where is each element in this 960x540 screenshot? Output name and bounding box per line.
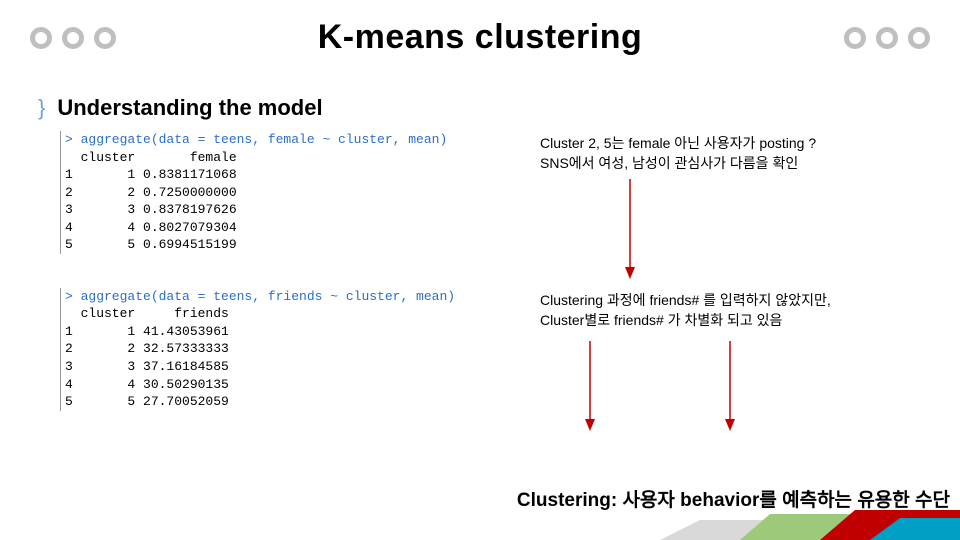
code-block-female: > aggregate(data = teens, female ~ clust… — [60, 131, 920, 254]
annotation-line: Clustering 과정에 friends# 를 입력하지 않았지만, — [540, 290, 831, 310]
section-heading-text: Understanding the model — [57, 95, 322, 121]
bullet-brace-icon: } — [38, 95, 45, 121]
circle-icon — [62, 27, 84, 49]
section-heading: } Understanding the model — [38, 95, 960, 121]
circle-icon — [908, 27, 930, 49]
circle-icon — [844, 27, 866, 49]
r-output-female: > aggregate(data = teens, female ~ clust… — [60, 131, 480, 254]
annotation-female: Cluster 2, 5는 female 아닌 사용자가 posting ? S… — [540, 133, 816, 174]
annotation-friends: Clustering 과정에 friends# 를 입력하지 않았지만, Clu… — [540, 290, 831, 331]
code-row: 3 3 0.8378197626 — [65, 202, 237, 217]
code-row: 2 2 32.57333333 — [65, 341, 229, 356]
annotation-line: SNS에서 여성, 남성이 관심사가 다름을 확인 — [540, 153, 816, 173]
code-header: cluster friends — [65, 306, 229, 321]
circle-icon — [94, 27, 116, 49]
arrow-icon — [620, 179, 640, 279]
code-row: 2 2 0.7250000000 — [65, 185, 237, 200]
code-prompt-line: > aggregate(data = teens, female ~ clust… — [65, 132, 447, 147]
annotation-line: Cluster 2, 5는 female 아닌 사용자가 posting ? — [540, 133, 816, 153]
content-area: > aggregate(data = teens, female ~ clust… — [0, 131, 960, 411]
annotation-line: Cluster별로 friends# 가 차별화 되고 있음 — [540, 310, 831, 330]
title-row: K-means clustering — [0, 0, 960, 57]
code-row: 1 1 41.43053961 — [65, 324, 229, 339]
footer-decoration — [620, 510, 960, 540]
arrow-icon — [720, 341, 740, 431]
code-row: 4 4 30.50290135 — [65, 377, 229, 392]
code-row: 3 3 37.16184585 — [65, 359, 229, 374]
conclusion-text: Clustering: 사용자 behavior를 예측하는 유용한 수단 — [0, 485, 960, 512]
circle-icon — [30, 27, 52, 49]
code-prompt-line: > aggregate(data = teens, friends ~ clus… — [65, 289, 455, 304]
code-row: 5 5 0.6994515199 — [65, 237, 237, 252]
circle-icon — [876, 27, 898, 49]
code-block-friends: > aggregate(data = teens, friends ~ clus… — [60, 288, 920, 411]
decorative-circles-right — [844, 27, 930, 49]
code-row: 1 1 0.8381171068 — [65, 167, 237, 182]
page-title: K-means clustering — [318, 18, 643, 57]
arrow-icon — [580, 341, 600, 431]
code-row: 5 5 27.70052059 — [65, 394, 229, 409]
r-output-friends: > aggregate(data = teens, friends ~ clus… — [60, 288, 480, 411]
decorative-circles-left — [30, 27, 116, 49]
code-row: 4 4 0.8027079304 — [65, 220, 237, 235]
code-header: cluster female — [65, 150, 237, 165]
